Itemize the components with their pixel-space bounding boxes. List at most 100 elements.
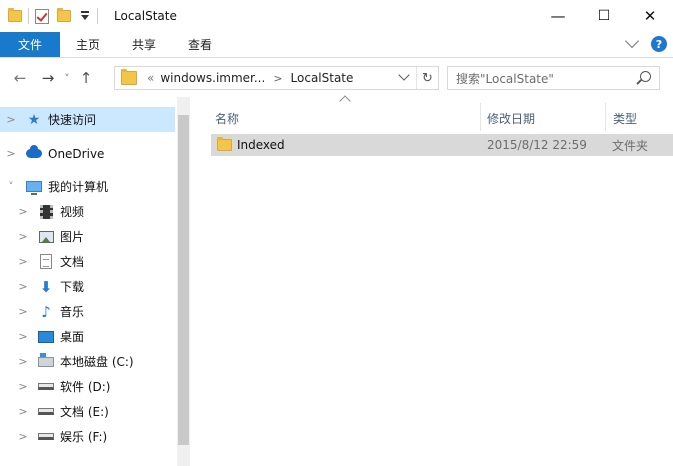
sidebar-item-label: OneDrive: [48, 146, 105, 161]
star-icon: ★: [27, 111, 41, 128]
sidebar-item-documents[interactable]: > 文档: [0, 249, 175, 274]
tab-home[interactable]: 主页: [60, 32, 116, 57]
search-input[interactable]: 搜索"LocalState": [447, 66, 660, 90]
tab-view[interactable]: 查看: [172, 32, 228, 57]
breadcrumb-separator-icon[interactable]: >: [273, 72, 282, 85]
sidebar-item-drive-f[interactable]: > 娱乐 (F:): [0, 424, 175, 449]
toolbar-divider: [97, 8, 98, 24]
pictures-icon: [38, 229, 54, 245]
ribbon-tabs: 文件 主页 共享 查看 ?: [0, 32, 673, 58]
cloud-icon: [26, 145, 42, 162]
chevron-right-icon[interactable]: >: [18, 380, 28, 393]
recent-locations-button[interactable]: ˅: [60, 66, 74, 90]
column-header-modified[interactable]: 修改日期: [487, 103, 535, 133]
sidebar-item-label: 文档 (E:): [60, 405, 109, 419]
sidebar-item-label: 下载: [60, 280, 85, 294]
sidebar-item-onedrive[interactable]: > OneDrive: [0, 141, 175, 166]
column-divider[interactable]: [480, 103, 481, 131]
breadcrumb-item[interactable]: LocalState: [291, 71, 354, 85]
maximize-button[interactable]: ☐: [581, 0, 627, 32]
music-icon: ♪: [41, 302, 51, 321]
refresh-button[interactable]: ↻: [416, 67, 438, 89]
toolbar-divider: [28, 8, 29, 24]
up-button[interactable]: ↑: [74, 66, 98, 90]
sidebar-item-label: 快速访问: [48, 113, 97, 127]
address-dropdown-icon[interactable]: [398, 69, 410, 81]
breadcrumb-item[interactable]: windows.immer...: [160, 71, 265, 85]
chevron-down-icon[interactable]: ˅: [6, 180, 16, 193]
sidebar-item-drive-d[interactable]: > 软件 (D:): [0, 374, 175, 399]
ribbon-right: ?: [624, 33, 667, 52]
column-header-name[interactable]: 名称: [215, 103, 239, 133]
tab-share[interactable]: 共享: [116, 32, 172, 57]
file-name: Indexed: [237, 138, 285, 152]
column-header-label: 修改日期: [487, 111, 536, 126]
column-divider[interactable]: [605, 103, 606, 131]
column-header-type[interactable]: 类型: [613, 103, 637, 133]
chevron-right-icon[interactable]: >: [18, 305, 28, 318]
computer-icon: [26, 179, 42, 195]
window-title: LocalState: [114, 9, 177, 23]
chevron-right-icon[interactable]: >: [18, 255, 28, 268]
sidebar-item-label: 视频: [60, 205, 85, 219]
search-icon[interactable]: [640, 71, 651, 82]
close-button[interactable]: ✕: [627, 0, 673, 32]
scrollbar-thumb[interactable]: [178, 115, 189, 445]
column-header-label: 名称: [215, 111, 240, 126]
chevron-right-icon[interactable]: >: [18, 330, 28, 343]
chevron-right-icon[interactable]: >: [18, 355, 28, 368]
window-controls: — ☐ ✕: [535, 0, 673, 32]
navigation-pane: > ★ 快速访问 > OneDrive ˅ 我的计算机 > 视频 > 图片 > …: [0, 97, 190, 466]
file-type: 文件夹: [612, 138, 649, 153]
tab-file[interactable]: 文件: [0, 32, 60, 57]
sidebar-item-downloads[interactable]: > ⬇ 下载: [0, 274, 175, 299]
expand-ribbon-icon[interactable]: [624, 33, 640, 49]
navigation-bar: ← → ˅ ↑ « windows.immer... > LocalState …: [0, 59, 673, 97]
quick-access-toolbar: [8, 0, 104, 32]
minimize-button[interactable]: —: [535, 0, 581, 32]
list-item[interactable]: Indexed 2015/8/12 22:59 文件夹: [211, 134, 673, 156]
chevron-right-icon[interactable]: >: [18, 205, 28, 218]
chevron-right-icon[interactable]: >: [18, 430, 28, 443]
help-icon[interactable]: ?: [651, 36, 667, 52]
sidebar-item-this-pc[interactable]: ˅ 我的计算机: [0, 174, 175, 199]
customize-toolbar-icon[interactable]: [79, 10, 91, 22]
title-bar: LocalState — ☐ ✕: [0, 0, 673, 32]
sidebar-item-music[interactable]: > ♪ 音乐: [0, 299, 175, 324]
chevron-right-icon[interactable]: >: [6, 113, 16, 126]
drive-icon: [38, 404, 54, 420]
address-bar[interactable]: « windows.immer... > LocalState ↻: [114, 66, 439, 90]
sidebar-item-pictures[interactable]: > 图片: [0, 224, 175, 249]
forward-button[interactable]: →: [36, 66, 60, 90]
sidebar-item-label: 本地磁盘 (C:): [60, 355, 134, 369]
sidebar-item-quick-access[interactable]: > ★ 快速访问: [0, 107, 175, 132]
drive-icon: [38, 379, 54, 395]
sidebar-item-drive-e[interactable]: > 文档 (E:): [0, 399, 175, 424]
chevron-right-icon[interactable]: >: [18, 405, 28, 418]
download-icon: ⬇: [39, 277, 53, 296]
document-icon: [38, 254, 54, 270]
sidebar-item-label: 软件 (D:): [60, 380, 111, 394]
breadcrumb-overflow[interactable]: «: [147, 71, 154, 85]
chevron-right-icon[interactable]: >: [18, 230, 28, 243]
back-button[interactable]: ←: [8, 66, 32, 90]
sort-ascending-icon: [339, 95, 351, 107]
properties-icon[interactable]: [35, 8, 49, 24]
sidebar-item-label: 音乐: [60, 305, 85, 319]
drive-icon: [38, 429, 54, 445]
folder-icon: [8, 8, 22, 22]
chevron-right-icon[interactable]: >: [18, 280, 28, 293]
video-icon: [38, 204, 54, 220]
chevron-right-icon[interactable]: >: [6, 147, 16, 160]
new-folder-icon[interactable]: [57, 8, 71, 22]
column-header-label: 类型: [613, 111, 638, 126]
sidebar-item-drive-c[interactable]: > 本地磁盘 (C:): [0, 349, 175, 374]
search-placeholder: 搜索"LocalState": [456, 71, 554, 86]
sidebar-item-label: 图片: [60, 230, 85, 244]
folder-icon: [217, 137, 232, 151]
sidebar-item-videos[interactable]: > 视频: [0, 199, 175, 224]
navigation-scrollbar[interactable]: [177, 97, 190, 466]
folder-icon: [121, 69, 137, 85]
sidebar-item-desktop[interactable]: > 桌面: [0, 324, 175, 349]
sidebar-item-label: 桌面: [60, 330, 85, 344]
